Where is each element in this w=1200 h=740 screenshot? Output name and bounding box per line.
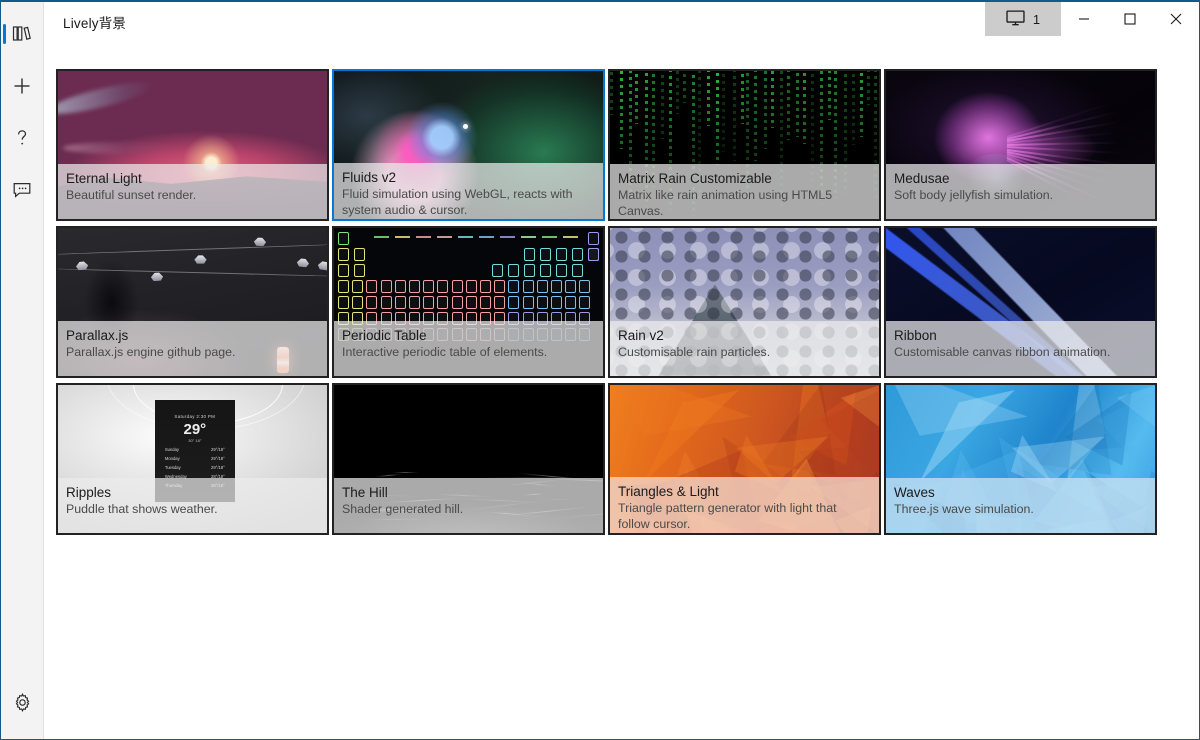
wallpaper-title: Parallax.js bbox=[66, 328, 129, 343]
wallpaper-description: Beautiful sunset render. bbox=[66, 188, 197, 202]
wallpaper-description: Customisable canvas ribbon animation. bbox=[894, 345, 1111, 359]
wallpaper-card[interactable]: Medusae Soft body jellyfish simulation. bbox=[884, 69, 1157, 221]
wallpaper-title: Eternal Light bbox=[66, 171, 142, 186]
wallpaper-title: Fluids v2 bbox=[342, 170, 397, 185]
library-books-icon bbox=[12, 25, 32, 43]
wallpaper-description: Soft body jellyfish simulation. bbox=[894, 188, 1054, 202]
question-mark-icon bbox=[12, 128, 32, 148]
wallpaper-card[interactable]: Triangles & Light Triangle pattern gener… bbox=[608, 383, 881, 535]
forecast-temp: 29°/18° bbox=[210, 446, 225, 452]
wallpaper-info: Rain v2 Customisable rain particles. bbox=[610, 321, 879, 376]
gear-icon bbox=[12, 692, 33, 713]
minimize-button[interactable] bbox=[1061, 2, 1107, 36]
close-button[interactable] bbox=[1153, 2, 1199, 36]
lively-wallpaper-window: Lively背景 1 Eternal Light Beautiful sunse… bbox=[0, 0, 1200, 740]
minimize-icon bbox=[1079, 18, 1089, 20]
weather-temperature: 29° bbox=[183, 420, 207, 438]
monitor-icon bbox=[1006, 9, 1025, 29]
forecast-temp: 29°/18° bbox=[210, 464, 225, 470]
wallpaper-title: The Hill bbox=[342, 485, 388, 500]
wallpaper-card[interactable]: Matrix Rain Customizable Matrix like rai… bbox=[608, 69, 881, 221]
wallpaper-description: Shader generated hill. bbox=[342, 502, 464, 516]
wallpaper-info: Ribbon Customisable canvas ribbon animat… bbox=[886, 321, 1155, 376]
screen-selector-button[interactable]: 1 bbox=[985, 2, 1061, 36]
wallpaper-description: Puddle that shows weather. bbox=[66, 502, 218, 516]
forecast-day: Sunday bbox=[164, 446, 180, 452]
wallpaper-description: Parallax.js engine github page. bbox=[66, 345, 236, 359]
wallpaper-title: Ripples bbox=[66, 485, 112, 500]
sidebar-item-feedback[interactable] bbox=[1, 170, 44, 210]
window-controls: 1 bbox=[985, 2, 1199, 36]
plus-icon bbox=[12, 76, 32, 96]
wallpaper-card[interactable]: Saturday 2:30 PM 29° 30° 18° Sunday 29°/1… bbox=[56, 383, 329, 535]
wallpaper-description: Fluid simulation using WebGL, reacts wit… bbox=[342, 187, 573, 217]
chat-bubble-icon bbox=[12, 181, 32, 199]
wallpaper-title: Rain v2 bbox=[618, 328, 664, 343]
sidebar-item-settings[interactable] bbox=[1, 682, 44, 722]
wallpaper-info: Matrix Rain Customizable Matrix like rai… bbox=[610, 164, 879, 219]
wallpaper-info: Medusae Soft body jellyfish simulation. bbox=[886, 164, 1155, 219]
wallpaper-title: Ribbon bbox=[894, 328, 937, 343]
sidebar-item-add[interactable] bbox=[1, 66, 44, 106]
screen-selector-label: 1 bbox=[1032, 11, 1041, 27]
wallpaper-title: Medusae bbox=[894, 171, 950, 186]
wallpaper-card[interactable]: Waves Three.js wave simulation. bbox=[884, 383, 1157, 535]
wallpaper-info: Waves Three.js wave simulation. bbox=[886, 478, 1155, 533]
wallpaper-description: Customisable rain particles. bbox=[618, 345, 771, 359]
wallpaper-info: The Hill Shader generated hill. bbox=[334, 478, 603, 533]
wallpaper-card[interactable]: The Hill Shader generated hill. bbox=[332, 383, 605, 535]
close-icon bbox=[1170, 13, 1182, 25]
wallpaper-title: Waves bbox=[894, 485, 935, 500]
sidebar-item-help[interactable] bbox=[1, 118, 44, 158]
wallpaper-info: Parallax.js Parallax.js engine github pa… bbox=[58, 321, 327, 376]
wallpaper-title: Matrix Rain Customizable bbox=[618, 171, 772, 186]
wallpaper-title: Periodic Table bbox=[342, 328, 427, 343]
forecast-day: Monday bbox=[164, 455, 180, 461]
wallpaper-description: Matrix like rain animation using HTML5 C… bbox=[618, 188, 833, 218]
wallpaper-info: Fluids v2 Fluid simulation using WebGL, … bbox=[334, 163, 603, 219]
wallpaper-card[interactable]: Periodic Table Interactive periodic tabl… bbox=[332, 226, 605, 378]
wallpaper-description: Three.js wave simulation. bbox=[894, 502, 1034, 516]
sidebar-item-library[interactable] bbox=[1, 14, 44, 54]
forecast-temp: 29°/18° bbox=[210, 455, 225, 461]
wallpaper-info: Ripples Puddle that shows weather. bbox=[58, 478, 327, 533]
library-content: Eternal Light Beautiful sunset render. F… bbox=[44, 36, 1199, 739]
wallpaper-card[interactable]: Eternal Light Beautiful sunset render. bbox=[56, 69, 329, 221]
wallpaper-info: Eternal Light Beautiful sunset render. bbox=[58, 164, 327, 219]
wallpaper-info: Periodic Table Interactive periodic tabl… bbox=[334, 321, 603, 376]
wallpaper-card[interactable]: Ribbon Customisable canvas ribbon animat… bbox=[884, 226, 1157, 378]
forecast-day: Tuesday bbox=[164, 464, 181, 470]
wallpaper-card-selected[interactable]: Fluids v2 Fluid simulation using WebGL, … bbox=[332, 69, 605, 221]
wallpaper-card[interactable]: Rain v2 Customisable rain particles. bbox=[608, 226, 881, 378]
titlebar: Lively背景 1 bbox=[44, 2, 1199, 36]
weather-hilo: 30° 18° bbox=[188, 437, 202, 443]
maximize-button[interactable] bbox=[1107, 2, 1153, 36]
wallpaper-card[interactable]: Parallax.js Parallax.js engine github pa… bbox=[56, 226, 329, 378]
wallpaper-grid: Eternal Light Beautiful sunset render. F… bbox=[56, 69, 1166, 535]
wallpaper-description: Triangle pattern generator with light th… bbox=[618, 501, 837, 531]
wallpaper-info: Triangles & Light Triangle pattern gener… bbox=[610, 477, 879, 533]
wallpaper-title: Triangles & Light bbox=[618, 484, 719, 499]
weather-location: Saturday 2:30 PM bbox=[174, 413, 216, 419]
sidebar bbox=[1, 2, 44, 739]
wallpaper-description: Interactive periodic table of elements. bbox=[342, 345, 548, 359]
maximize-icon bbox=[1124, 13, 1136, 25]
app-title: Lively背景 bbox=[63, 16, 127, 31]
